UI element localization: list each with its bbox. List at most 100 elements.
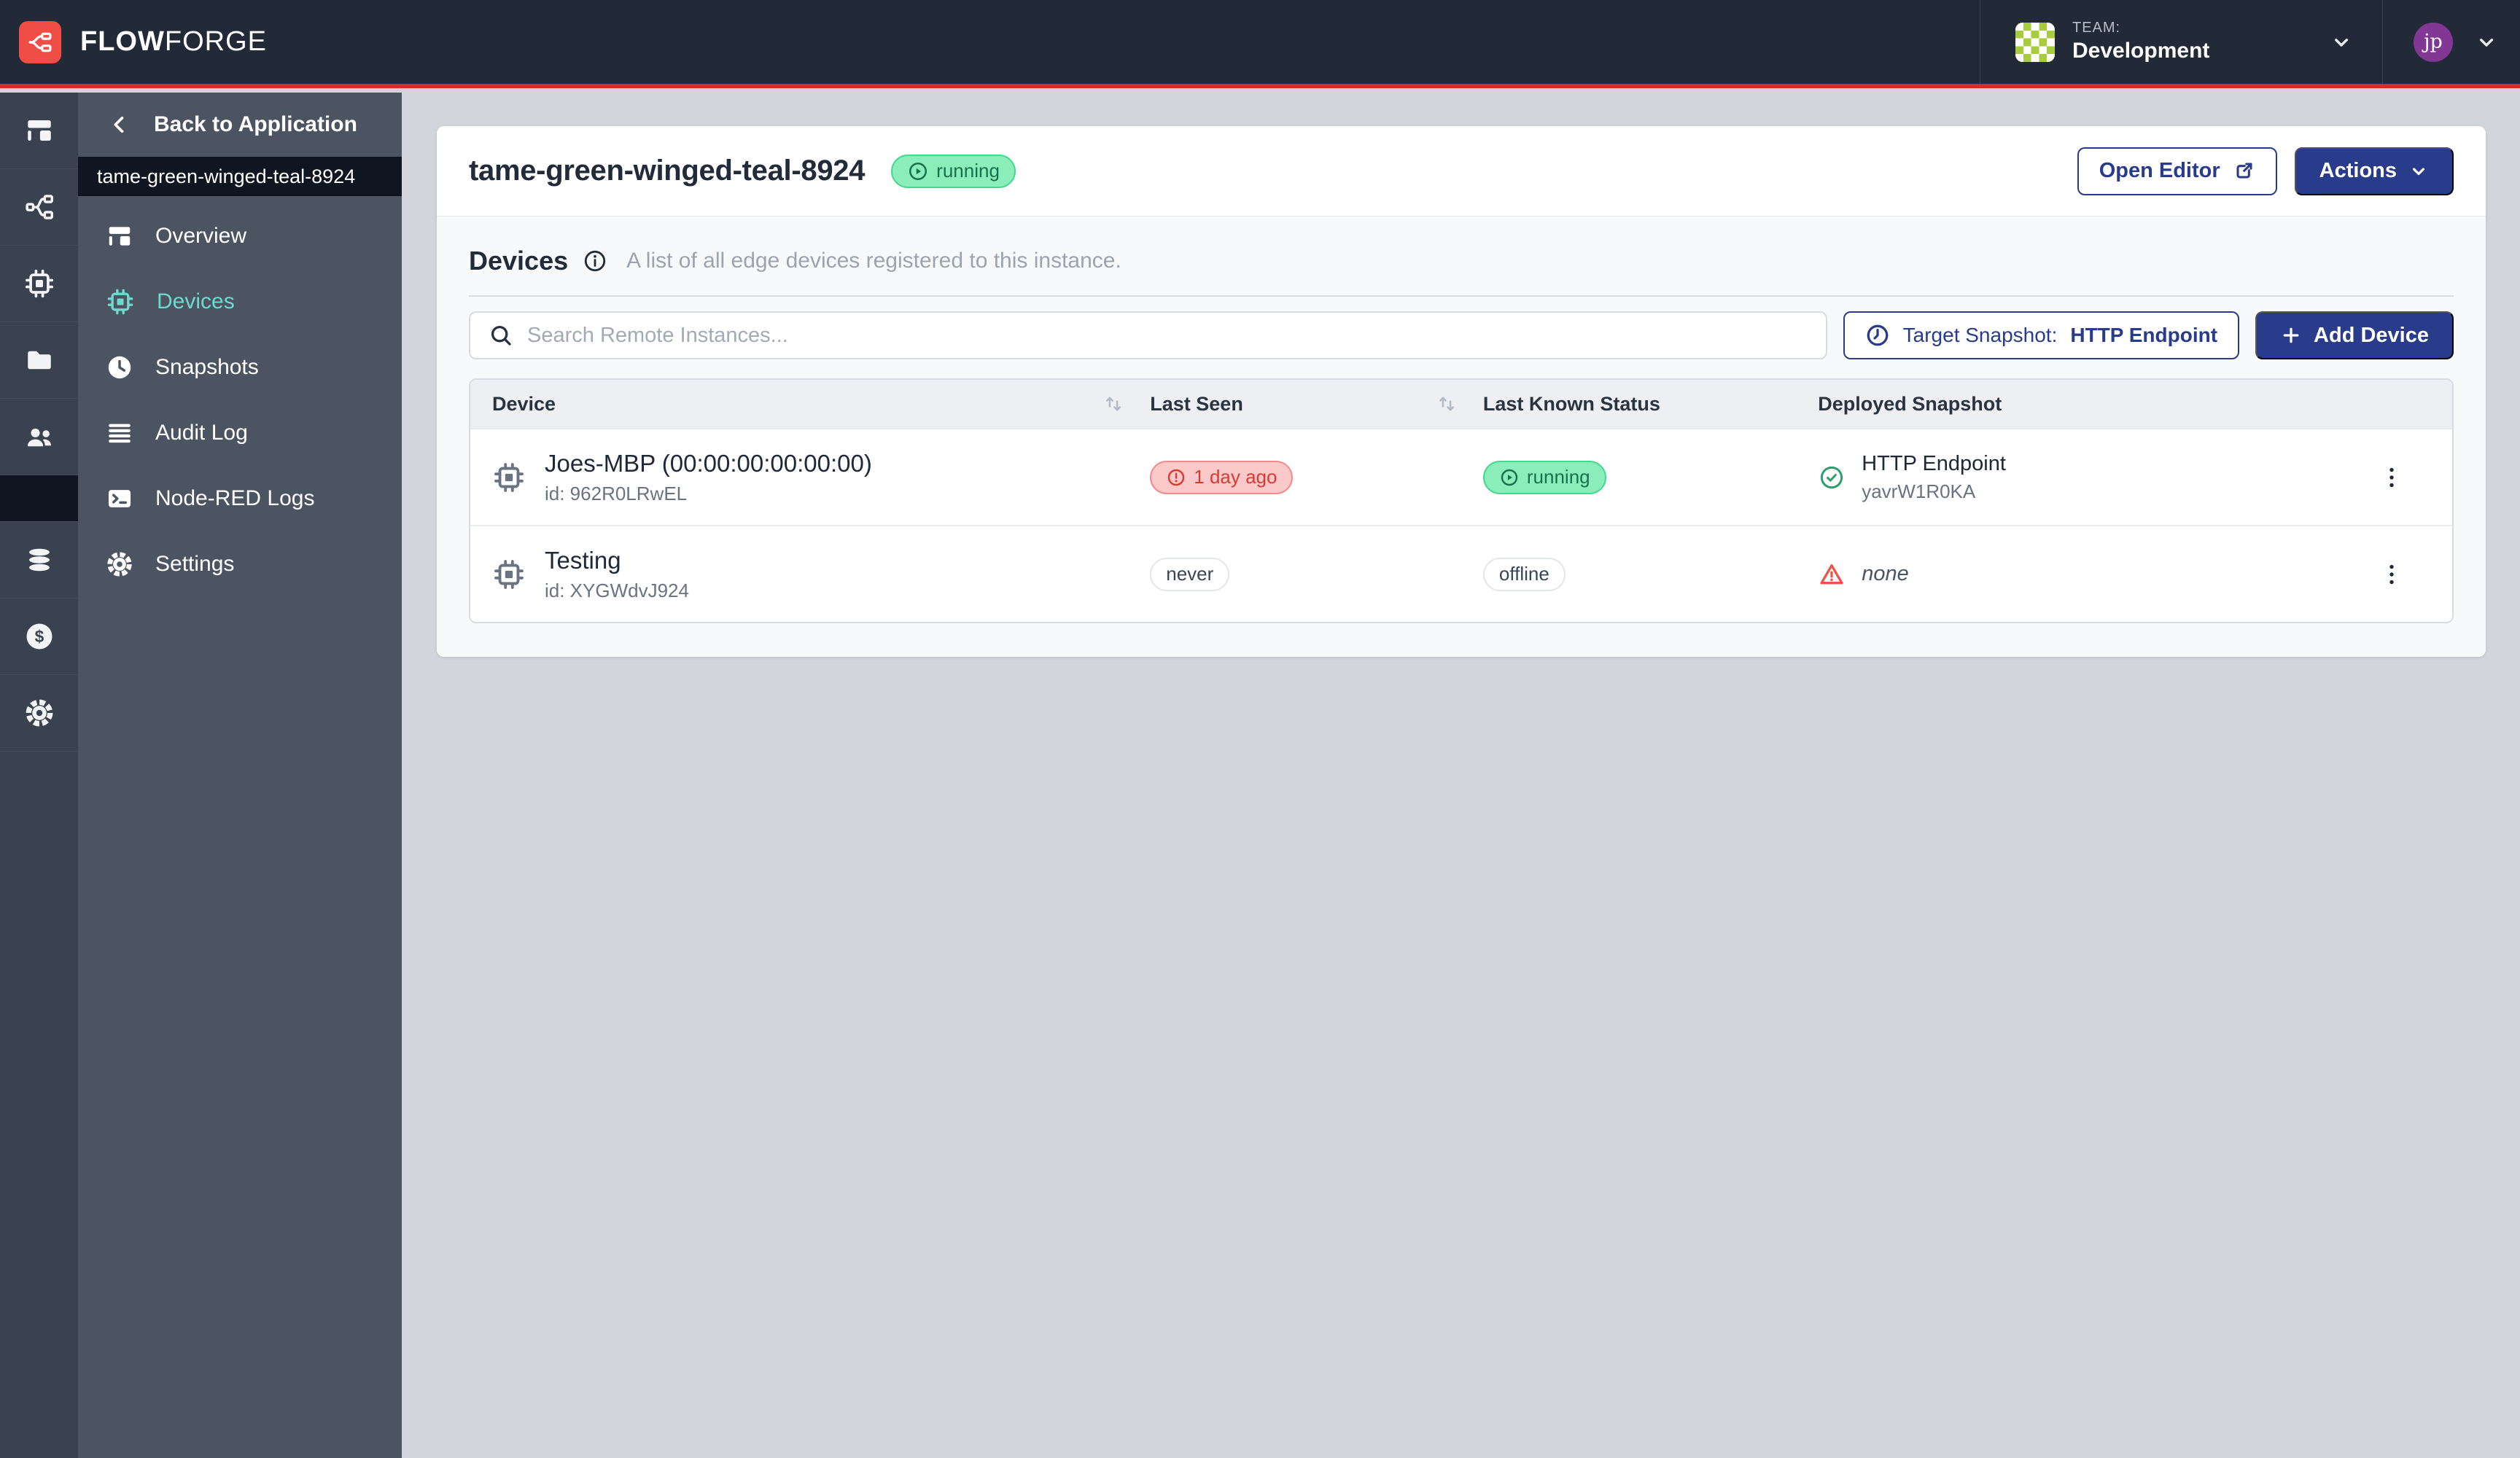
members-icon — [23, 421, 55, 453]
sidebar-item-nodered-logs[interactable]: Node-RED Logs — [78, 466, 402, 531]
library-folder-icon — [24, 345, 55, 375]
table-header-row: Device Last Seen — [470, 380, 2452, 428]
device-name: Joes-MBP (00:00:00:00:00:00) — [545, 450, 872, 477]
team-kicker-label: TEAM: — [2072, 20, 2209, 36]
sort-icon — [1102, 392, 1125, 416]
status-badge: offline — [1483, 558, 1566, 591]
devices-chip-icon — [106, 287, 135, 316]
sort-icon — [1435, 392, 1458, 416]
instance-sidebar: Back to Application tame-green-winged-te… — [78, 93, 402, 1458]
back-label: Back to Application — [154, 112, 357, 137]
rail-item-pipelines[interactable] — [0, 169, 78, 246]
clock-icon — [1865, 323, 1890, 348]
rail-item-devices[interactable] — [0, 246, 78, 322]
icon-rail: $ — [0, 93, 78, 1458]
devices-chip-icon — [23, 268, 55, 300]
external-link-icon — [2232, 160, 2255, 183]
play-circle-icon — [907, 160, 929, 182]
top-navbar: FLOWFORGE TEAM: Development — [0, 0, 2520, 88]
team-avatar — [2015, 23, 2055, 62]
device-id: id: XYGWdvJ924 — [545, 580, 689, 602]
column-header-status: Last Known Status — [1483, 393, 1818, 416]
actions-button[interactable]: Actions — [2295, 147, 2454, 195]
team-name: Development — [2072, 39, 2209, 64]
audit-log-icon — [106, 419, 133, 447]
sidebar-item-settings[interactable]: Settings — [78, 531, 402, 597]
page-title: tame-green-winged-teal-8924 — [469, 155, 865, 187]
chevron-down-icon — [2475, 31, 2498, 54]
brand: FLOWFORGE — [0, 21, 267, 63]
status-badge: running — [1483, 461, 1606, 494]
main-content: tame-green-winged-teal-8924 running Open… — [402, 93, 2520, 1458]
devices-table: Device Last Seen — [469, 378, 2454, 623]
column-header-snapshot: Deployed Snapshot — [1818, 393, 2331, 416]
search-box — [469, 311, 1827, 359]
section-title: Devices — [469, 246, 568, 276]
terminal-icon — [106, 485, 133, 512]
device-row[interactable]: Testing id: XYGWdvJ924 never offline — [470, 525, 2452, 622]
status-badge: running — [891, 155, 1016, 188]
last-seen-badge: never — [1150, 558, 1229, 591]
row-menu-kebab-icon[interactable] — [2371, 554, 2412, 595]
billing-icon: $ — [24, 621, 55, 652]
svg-text:$: $ — [34, 627, 44, 646]
gear-icon — [24, 698, 55, 728]
snapshot-id: yavrW1R0KA — [1862, 480, 2006, 503]
rail-item-billing[interactable]: $ — [0, 599, 78, 675]
section-description: A list of all edge devices registered to… — [626, 249, 1121, 273]
row-menu-kebab-icon[interactable] — [2371, 457, 2412, 498]
back-to-application[interactable]: Back to Application — [78, 93, 402, 157]
chevron-down-icon — [2408, 161, 2429, 182]
instance-name: tame-green-winged-teal-8924 — [78, 157, 402, 196]
sidebar-item-audit-log[interactable]: Audit Log — [78, 400, 402, 466]
search-icon — [488, 322, 514, 348]
info-icon[interactable] — [583, 249, 607, 273]
sidebar-item-snapshots[interactable]: Snapshots — [78, 335, 402, 400]
brand-wordmark: FLOWFORGE — [80, 26, 267, 58]
rail-item-datastore[interactable] — [0, 522, 78, 599]
devices-panel: Devices A list of all edge devices regis… — [437, 217, 2486, 657]
play-circle-icon — [1499, 467, 1520, 488]
rail-item-library[interactable] — [0, 322, 78, 399]
open-editor-button[interactable]: Open Editor — [2077, 147, 2277, 195]
datastore-icon — [24, 545, 55, 575]
exclamation-circle-icon — [1166, 467, 1186, 488]
device-chip-icon — [492, 461, 526, 494]
pipelines-icon — [23, 191, 55, 223]
rail-item-overview[interactable] — [0, 93, 78, 169]
plus-icon — [2280, 324, 2302, 346]
column-header-device[interactable]: Device — [470, 392, 1150, 416]
overview-icon — [24, 115, 55, 146]
user-menu[interactable]: jp — [2383, 0, 2520, 84]
snapshot-name: none — [1862, 562, 1909, 586]
instance-card: tame-green-winged-teal-8924 running Open… — [437, 126, 2486, 657]
target-snapshot-value: HTTP Endpoint — [2070, 324, 2217, 347]
chevron-left-icon — [107, 112, 132, 137]
device-row[interactable]: Joes-MBP (00:00:00:00:00:00) id: 962R0LR… — [470, 428, 2452, 525]
overview-icon — [106, 222, 133, 250]
device-name: Testing — [545, 547, 689, 574]
search-input[interactable] — [527, 324, 1808, 348]
instance-header: tame-green-winged-teal-8924 running Open… — [437, 126, 2486, 217]
add-device-button[interactable]: Add Device — [2255, 311, 2454, 359]
divider — [469, 295, 2454, 297]
check-circle-icon — [1818, 464, 1846, 491]
device-id: id: 962R0LRwEL — [545, 483, 872, 505]
gear-icon — [106, 550, 133, 578]
target-snapshot-button[interactable]: Target Snapshot: HTTP Endpoint — [1843, 311, 2239, 359]
warning-triangle-icon — [1818, 561, 1846, 588]
device-chip-icon — [492, 558, 526, 591]
rail-item-members[interactable] — [0, 399, 78, 475]
clock-icon — [106, 354, 133, 381]
chevron-down-icon — [2330, 31, 2353, 54]
last-seen-badge: 1 day ago — [1150, 461, 1293, 494]
sidebar-item-devices[interactable]: Devices — [78, 269, 402, 335]
flowforge-logo-icon — [19, 21, 61, 63]
rail-item-admin-settings[interactable] — [0, 675, 78, 752]
user-avatar: jp — [2414, 23, 2453, 62]
rail-active-spacer — [0, 475, 78, 522]
team-selector[interactable]: TEAM: Development — [1980, 0, 2383, 84]
snapshot-name: HTTP Endpoint — [1862, 452, 2006, 476]
sidebar-item-overview[interactable]: Overview — [78, 203, 402, 269]
column-header-last-seen[interactable]: Last Seen — [1150, 392, 1483, 416]
